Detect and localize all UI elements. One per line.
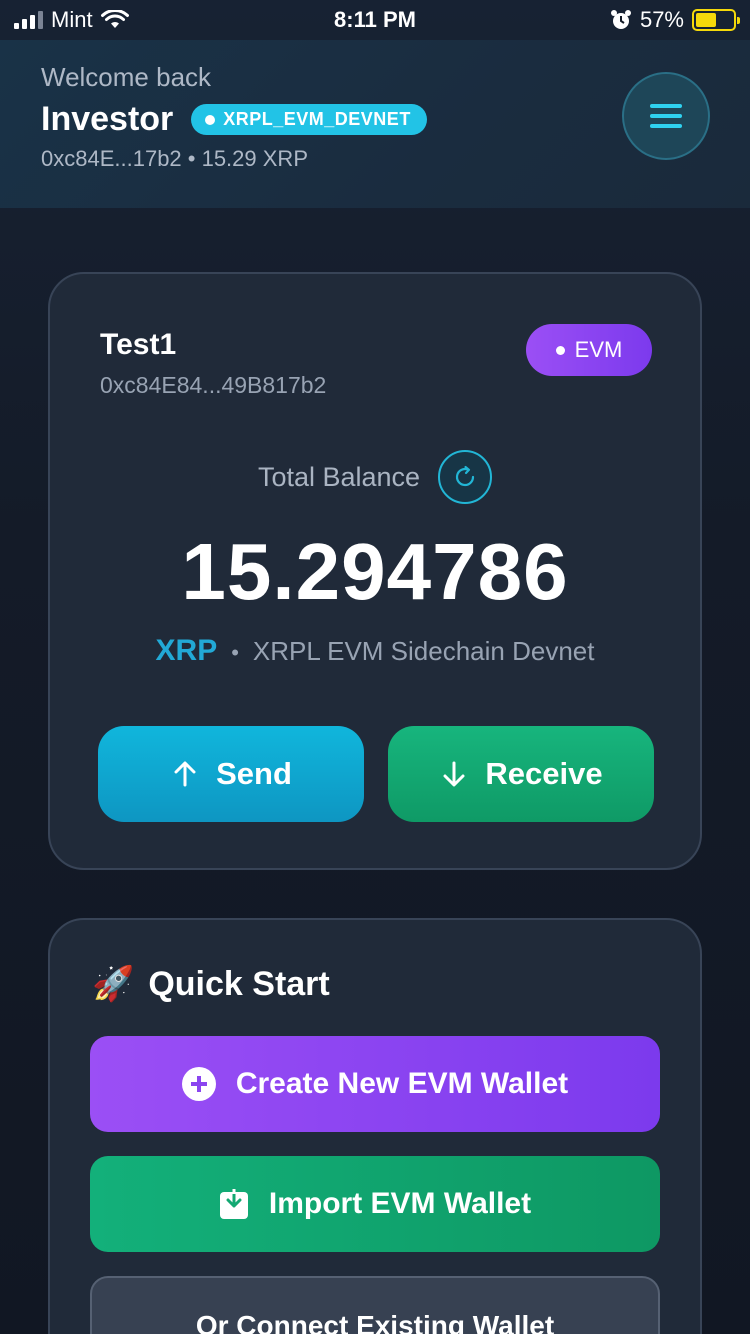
app-screen: Mint 8:11 PM 57% Welcome back Investor X… [0, 0, 750, 1334]
network-name: XRPL EVM Sidechain Devnet [252, 636, 595, 666]
arrow-down-icon [443, 761, 465, 787]
import-wallet-label: Import EVM Wallet [268, 1187, 532, 1220]
network-badge: XRPL_EVM_DEVNET [191, 104, 427, 135]
network-badge-label: XRPL_EVM_DEVNET [223, 109, 411, 129]
plus-circle-icon [181, 1067, 216, 1101]
arrow-up-icon [174, 761, 196, 787]
currency-row: XRP • XRPL EVM Sidechain Devnet [50, 634, 700, 668]
menu-button[interactable] [622, 72, 710, 160]
status-dot-icon [555, 345, 565, 355]
battery-percent: 57% [639, 7, 684, 32]
status-left: Mint [14, 7, 129, 33]
username: Investor [41, 100, 174, 138]
wallet-address[interactable]: 0xc84E84...49B817b2 [100, 372, 326, 399]
refresh-icon [455, 465, 475, 487]
total-balance-row: Total Balance [50, 450, 700, 504]
address-summary: 0xc84E...17b2 • 15.29 XRP [41, 146, 308, 171]
rocket-icon: 🚀 [92, 965, 135, 1003]
app-header: Welcome back Investor XRPL_EVM_DEVNET 0x… [0, 40, 750, 208]
send-button[interactable]: Send [98, 726, 364, 822]
signal-icon [14, 11, 43, 29]
wallet-type-badge: EVM [526, 324, 652, 376]
connect-wallet-button[interactable]: Or Connect Existing Wallet [90, 1276, 660, 1334]
send-label: Send [216, 756, 292, 791]
currency-symbol: XRP [155, 634, 218, 667]
quick-start-title: Quick Start [148, 964, 330, 1003]
battery-charging-icon [692, 9, 740, 31]
separator-dot: • [231, 640, 239, 665]
wifi-icon [100, 10, 129, 28]
hamburger-menu-icon [650, 104, 682, 128]
status-bar: Mint 8:11 PM 57% [0, 0, 750, 40]
carrier-label: Mint [51, 7, 93, 32]
wallet-name: Test1 [100, 328, 177, 361]
quick-start-card: 🚀 Quick Start Create New EVM Wallet Impo… [48, 918, 702, 1334]
receive-label: Receive [485, 756, 603, 791]
greeting-text: Welcome back [41, 62, 212, 92]
username-row: Investor XRPL_EVM_DEVNET [41, 100, 427, 139]
create-wallet-label: Create New EVM Wallet [235, 1067, 569, 1100]
import-wallet-button[interactable]: Import EVM Wallet [90, 1156, 660, 1252]
balance-amount: 15.294786 [181, 527, 569, 616]
alarm-icon [610, 10, 631, 29]
connect-wallet-label: Or Connect Existing Wallet [195, 1310, 555, 1334]
total-balance-label: Total Balance [257, 461, 421, 492]
status-right: 57% [610, 7, 740, 33]
create-wallet-button[interactable]: Create New EVM Wallet [90, 1036, 660, 1132]
wallet-type-label: EVM [574, 337, 623, 362]
quick-start-header: 🚀 Quick Start [92, 964, 330, 1004]
refresh-button[interactable] [438, 450, 493, 504]
wallet-card: Test1 0xc84E84...49B817b2 EVM Total Bala… [48, 272, 702, 870]
import-download-icon [219, 1188, 248, 1219]
receive-button[interactable]: Receive [388, 726, 654, 822]
status-dot-icon [205, 114, 216, 125]
